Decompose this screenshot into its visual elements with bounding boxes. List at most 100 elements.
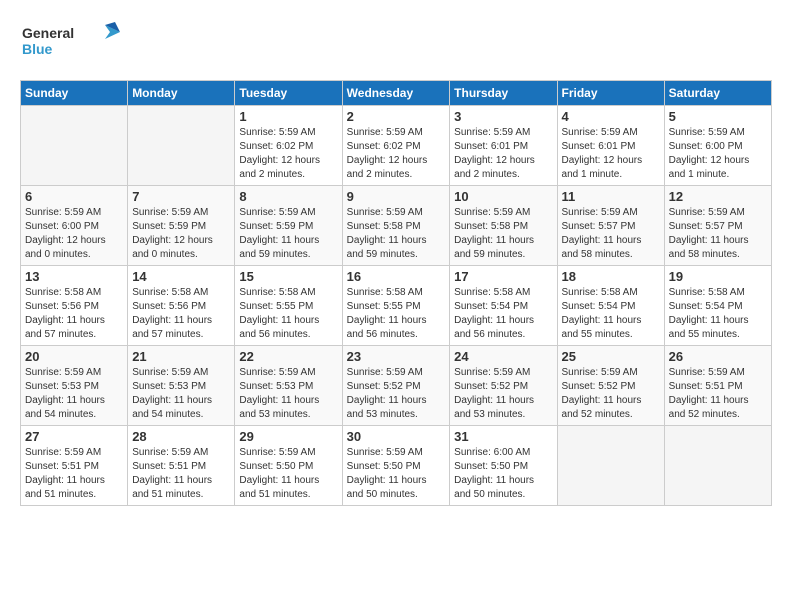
calendar-day-cell: 13 Sunrise: 5:58 AM Sunset: 5:56 PM Dayli… (21, 266, 128, 346)
weekday-header-thursday: Thursday (450, 81, 557, 106)
day-info: Sunrise: 5:59 AM Sunset: 6:00 PM Dayligh… (25, 206, 123, 262)
day-number: 20 (25, 349, 123, 364)
page: General Blue SundayMondayTuesdayWednesda… (0, 0, 792, 516)
calendar-day-cell: 23 Sunrise: 5:59 AM Sunset: 5:52 PM Dayli… (342, 346, 450, 426)
day-info: Sunrise: 5:58 AM Sunset: 5:54 PM Dayligh… (669, 286, 767, 342)
day-info: Sunrise: 5:59 AM Sunset: 5:51 PM Dayligh… (25, 446, 123, 502)
day-number: 31 (454, 429, 552, 444)
calendar-week-row: 1 Sunrise: 5:59 AM Sunset: 6:02 PM Daylig… (21, 106, 772, 186)
day-info: Sunrise: 5:59 AM Sunset: 6:02 PM Dayligh… (239, 126, 337, 182)
day-number: 28 (132, 429, 230, 444)
day-info: Sunrise: 5:59 AM Sunset: 5:53 PM Dayligh… (132, 366, 230, 422)
day-info: Sunrise: 5:59 AM Sunset: 5:50 PM Dayligh… (347, 446, 446, 502)
calendar-day-cell: 9 Sunrise: 5:59 AM Sunset: 5:58 PM Daylig… (342, 186, 450, 266)
day-number: 30 (347, 429, 446, 444)
day-number: 11 (562, 189, 660, 204)
day-number: 12 (669, 189, 767, 204)
calendar: SundayMondayTuesdayWednesdayThursdayFrid… (20, 80, 772, 506)
day-info: Sunrise: 5:59 AM Sunset: 5:53 PM Dayligh… (239, 366, 337, 422)
header: General Blue (20, 20, 772, 70)
day-info: Sunrise: 5:59 AM Sunset: 5:52 PM Dayligh… (454, 366, 552, 422)
weekday-header-tuesday: Tuesday (235, 81, 342, 106)
calendar-day-cell: 3Sunrise: 5:59 AM Sunset: 6:01 PM Daylig… (450, 106, 557, 186)
day-number: 6 (25, 189, 123, 204)
calendar-day-cell: 29Sunrise: 5:59 AM Sunset: 5:50 PM Dayli… (235, 426, 342, 506)
calendar-day-cell: 10Sunrise: 5:59 AM Sunset: 5:58 PM Dayli… (450, 186, 557, 266)
calendar-day-cell: 12 Sunrise: 5:59 AM Sunset: 5:57 PM Dayli… (664, 186, 771, 266)
calendar-day-cell: 16 Sunrise: 5:58 AM Sunset: 5:55 PM Dayli… (342, 266, 450, 346)
day-info: Sunrise: 5:59 AM Sunset: 5:51 PM Dayligh… (132, 446, 230, 502)
calendar-day-cell: 5Sunrise: 5:59 AM Sunset: 6:00 PM Daylig… (664, 106, 771, 186)
day-info: Sunrise: 5:59 AM Sunset: 5:59 PM Dayligh… (239, 206, 337, 262)
day-info: Sunrise: 5:59 AM Sunset: 5:59 PM Dayligh… (132, 206, 230, 262)
day-number: 22 (239, 349, 337, 364)
day-info: Sunrise: 5:58 AM Sunset: 5:55 PM Dayligh… (239, 286, 337, 342)
day-number: 17 (454, 269, 552, 284)
day-info: Sunrise: 5:59 AM Sunset: 5:51 PM Dayligh… (669, 366, 767, 422)
calendar-day-cell: 7Sunrise: 5:59 AM Sunset: 5:59 PM Daylig… (128, 186, 235, 266)
calendar-day-cell (557, 426, 664, 506)
svg-text:General: General (22, 25, 74, 41)
calendar-day-cell: 11 Sunrise: 5:59 AM Sunset: 5:57 PM Dayli… (557, 186, 664, 266)
calendar-day-cell: 30 Sunrise: 5:59 AM Sunset: 5:50 PM Dayli… (342, 426, 450, 506)
calendar-day-cell: 21 Sunrise: 5:59 AM Sunset: 5:53 PM Dayli… (128, 346, 235, 426)
calendar-day-cell: 4 Sunrise: 5:59 AM Sunset: 6:01 PM Daylig… (557, 106, 664, 186)
calendar-day-cell: 6 Sunrise: 5:59 AM Sunset: 6:00 PM Daylig… (21, 186, 128, 266)
calendar-day-cell: 20 Sunrise: 5:59 AM Sunset: 5:53 PM Dayli… (21, 346, 128, 426)
calendar-day-cell: 18Sunrise: 5:58 AM Sunset: 5:54 PM Dayli… (557, 266, 664, 346)
day-number: 4 (562, 109, 660, 124)
calendar-day-cell: 25 Sunrise: 5:59 AM Sunset: 5:52 PM Dayli… (557, 346, 664, 426)
day-number: 16 (347, 269, 446, 284)
svg-text:Blue: Blue (22, 41, 53, 57)
calendar-week-row: 13 Sunrise: 5:58 AM Sunset: 5:56 PM Dayli… (21, 266, 772, 346)
day-number: 5 (669, 109, 767, 124)
day-info: Sunrise: 5:59 AM Sunset: 5:53 PM Dayligh… (25, 366, 123, 422)
weekday-header-monday: Monday (128, 81, 235, 106)
day-number: 25 (562, 349, 660, 364)
day-number: 15 (239, 269, 337, 284)
day-info: Sunrise: 5:59 AM Sunset: 5:58 PM Dayligh… (454, 206, 552, 262)
calendar-day-cell (664, 426, 771, 506)
calendar-day-cell (21, 106, 128, 186)
day-info: Sunrise: 5:59 AM Sunset: 5:52 PM Dayligh… (347, 366, 446, 422)
day-info: Sunrise: 5:59 AM Sunset: 5:57 PM Dayligh… (562, 206, 660, 262)
calendar-day-cell: 15 Sunrise: 5:58 AM Sunset: 5:55 PM Dayli… (235, 266, 342, 346)
day-info: Sunrise: 5:58 AM Sunset: 5:56 PM Dayligh… (132, 286, 230, 342)
logo: General Blue (20, 20, 120, 70)
day-info: Sunrise: 5:59 AM Sunset: 6:01 PM Dayligh… (562, 126, 660, 182)
calendar-day-cell: 31 Sunrise: 6:00 AM Sunset: 5:50 PM Dayli… (450, 426, 557, 506)
day-info: Sunrise: 5:58 AM Sunset: 5:54 PM Dayligh… (562, 286, 660, 342)
day-number: 13 (25, 269, 123, 284)
day-number: 1 (239, 109, 337, 124)
calendar-day-cell: 27 Sunrise: 5:59 AM Sunset: 5:51 PM Dayli… (21, 426, 128, 506)
day-number: 14 (132, 269, 230, 284)
calendar-day-cell: 17Sunrise: 5:58 AM Sunset: 5:54 PM Dayli… (450, 266, 557, 346)
day-info: Sunrise: 6:00 AM Sunset: 5:50 PM Dayligh… (454, 446, 552, 502)
day-number: 8 (239, 189, 337, 204)
calendar-week-row: 27 Sunrise: 5:59 AM Sunset: 5:51 PM Dayli… (21, 426, 772, 506)
day-number: 19 (669, 269, 767, 284)
day-info: Sunrise: 5:58 AM Sunset: 5:56 PM Dayligh… (25, 286, 123, 342)
weekday-header-saturday: Saturday (664, 81, 771, 106)
logo-text: General Blue (20, 20, 120, 70)
day-number: 27 (25, 429, 123, 444)
day-number: 21 (132, 349, 230, 364)
calendar-day-cell: 2Sunrise: 5:59 AM Sunset: 6:02 PM Daylig… (342, 106, 450, 186)
day-info: Sunrise: 5:59 AM Sunset: 5:57 PM Dayligh… (669, 206, 767, 262)
calendar-week-row: 20 Sunrise: 5:59 AM Sunset: 5:53 PM Dayli… (21, 346, 772, 426)
day-info: Sunrise: 5:58 AM Sunset: 5:55 PM Dayligh… (347, 286, 446, 342)
calendar-day-cell: 24 Sunrise: 5:59 AM Sunset: 5:52 PM Dayli… (450, 346, 557, 426)
day-info: Sunrise: 5:59 AM Sunset: 5:58 PM Dayligh… (347, 206, 446, 262)
calendar-day-cell: 22 Sunrise: 5:59 AM Sunset: 5:53 PM Dayli… (235, 346, 342, 426)
day-number: 9 (347, 189, 446, 204)
day-number: 29 (239, 429, 337, 444)
calendar-day-cell (128, 106, 235, 186)
day-info: Sunrise: 5:59 AM Sunset: 5:52 PM Dayligh… (562, 366, 660, 422)
weekday-header-wednesday: Wednesday (342, 81, 450, 106)
calendar-day-cell: 8 Sunrise: 5:59 AM Sunset: 5:59 PM Daylig… (235, 186, 342, 266)
day-number: 23 (347, 349, 446, 364)
day-number: 24 (454, 349, 552, 364)
calendar-week-row: 6 Sunrise: 5:59 AM Sunset: 6:00 PM Daylig… (21, 186, 772, 266)
calendar-day-cell: 19 Sunrise: 5:58 AM Sunset: 5:54 PM Dayli… (664, 266, 771, 346)
weekday-header-sunday: Sunday (21, 81, 128, 106)
